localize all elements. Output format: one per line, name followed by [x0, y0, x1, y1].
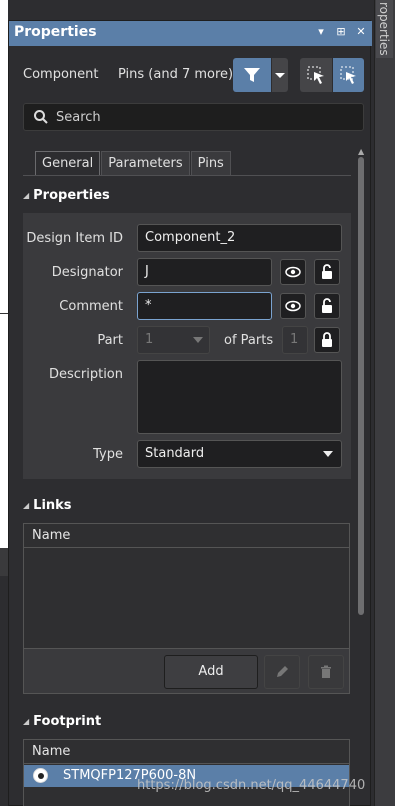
- select-mode-button[interactable]: [300, 58, 332, 92]
- properties-panel: Properties ▾ ⊞ ✕ Component Pins (and 7 m…: [8, 20, 372, 806]
- designator-lock-button[interactable]: [314, 259, 340, 285]
- footprint-column-name[interactable]: Name: [32, 744, 70, 759]
- collapse-triangle-icon: ◢: [23, 717, 30, 726]
- tab-pins[interactable]: Pins: [190, 151, 231, 176]
- select-all-button[interactable]: [333, 58, 364, 92]
- add-link-button[interactable]: Add: [164, 655, 258, 689]
- scrollbar-thumb[interactable]: [358, 157, 364, 615]
- close-icon[interactable]: ✕: [354, 25, 368, 38]
- chevron-down-icon: [275, 73, 285, 78]
- panel-title: Properties: [14, 24, 97, 40]
- links-list[interactable]: [24, 548, 349, 649]
- properties-section-header[interactable]: ◢ Properties: [23, 188, 110, 203]
- description-label: Description: [48, 367, 123, 382]
- object-selector-row: Component Pins (and 7 more): [9, 58, 372, 92]
- delete-link-button[interactable]: [308, 655, 344, 689]
- chevron-down-icon: [193, 337, 203, 343]
- designator-field[interactable]: J: [137, 258, 272, 286]
- designator-label: Designator: [51, 265, 123, 280]
- trash-icon: [321, 665, 331, 678]
- unlock-icon: [322, 264, 332, 279]
- pencil-icon: [277, 665, 288, 677]
- panel-titlebar: Properties ▾ ⊞ ✕: [9, 21, 372, 46]
- part-select[interactable]: 1: [137, 326, 210, 354]
- unlock-icon: [322, 298, 332, 313]
- collapse-triangle-icon: ◢: [23, 501, 30, 510]
- links-section-header[interactable]: ◢ Links: [23, 498, 72, 513]
- right-dock-strip: [374, 0, 395, 806]
- of-parts-value: 1: [282, 326, 308, 354]
- designator-visibility-button[interactable]: [280, 259, 306, 285]
- comment-lock-button[interactable]: [314, 293, 340, 319]
- filter-dropdown-button[interactable]: [272, 58, 288, 92]
- tab-divider: [23, 175, 351, 176]
- scroll-up-icon[interactable]: ▲: [358, 147, 364, 156]
- object-kind-label: Component: [23, 67, 99, 82]
- lock-icon: [322, 332, 332, 347]
- side-tab-properties[interactable]: roperties: [376, 0, 393, 58]
- design-item-id-field[interactable]: Component_2: [137, 224, 342, 252]
- part-label: Part: [97, 333, 123, 348]
- search-icon: [34, 110, 48, 124]
- comment-visibility-button[interactable]: [280, 293, 306, 319]
- type-value: Standard: [145, 446, 205, 461]
- filter-summary[interactable]: Pins (and 7 more): [118, 67, 233, 82]
- links-table: Name Add: [23, 523, 350, 694]
- footprint-table: Name STMQFP127P600-8N: [23, 739, 350, 806]
- part-value: 1: [145, 332, 154, 347]
- footprint-section-header[interactable]: ◢ Footprint: [23, 714, 101, 729]
- select-cursor-icon: [340, 66, 356, 84]
- tab-parameters[interactable]: Parameters: [101, 151, 190, 176]
- properties-group: Design Item ID Component_2 Designator J …: [23, 213, 351, 479]
- search-box[interactable]: Search: [23, 103, 364, 131]
- type-label: Type: [93, 447, 123, 462]
- links-column-name[interactable]: Name: [32, 528, 70, 543]
- footprint-table-header: Name: [24, 740, 349, 764]
- links-table-header: Name: [24, 524, 349, 548]
- comment-field[interactable]: *: [137, 292, 272, 320]
- pin-icon[interactable]: ⊞: [334, 25, 348, 38]
- edit-link-button[interactable]: [264, 655, 300, 689]
- design-item-id-label: Design Item ID: [26, 231, 123, 246]
- comment-label: Comment: [59, 299, 123, 314]
- collapse-triangle-icon: ◢: [23, 191, 30, 200]
- tab-bar: General Parameters Pins: [35, 151, 232, 176]
- watermark: https://blog.csdn.net/qq_44644740: [137, 778, 366, 793]
- selection-cursor-icon: [307, 66, 324, 84]
- part-lock-button[interactable]: [314, 327, 340, 353]
- radio-selected-icon[interactable]: [33, 768, 48, 783]
- background-left: [0, 0, 8, 806]
- tab-general[interactable]: General: [35, 151, 101, 176]
- type-select[interactable]: Standard: [137, 440, 342, 468]
- filter-icon: [244, 68, 260, 82]
- eye-icon: [285, 300, 301, 312]
- vertical-scrollbar[interactable]: ▲: [358, 147, 365, 617]
- filter-button[interactable]: [233, 58, 271, 92]
- panel-menu-icon[interactable]: ▾: [314, 25, 328, 38]
- chevron-down-icon: [323, 451, 333, 457]
- of-parts-label: of Parts: [224, 333, 274, 348]
- description-field[interactable]: [137, 360, 342, 434]
- eye-icon: [285, 266, 301, 278]
- search-input[interactable]: Search: [56, 110, 101, 125]
